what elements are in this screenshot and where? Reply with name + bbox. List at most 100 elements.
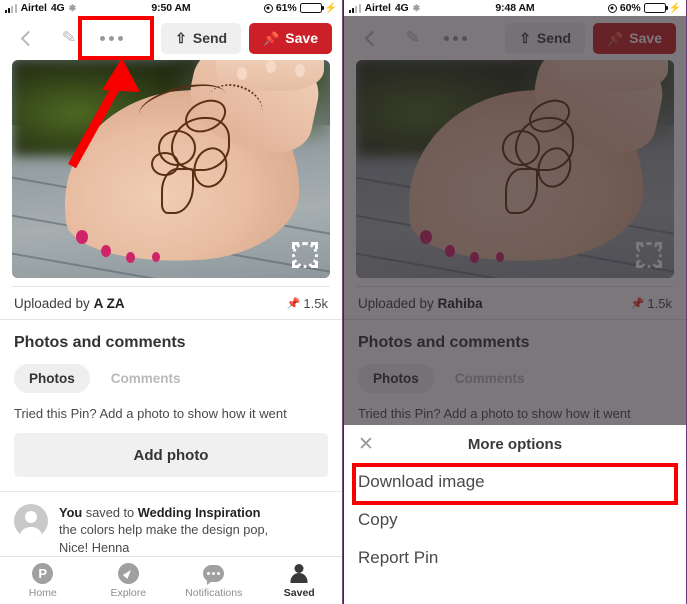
tab-photos[interactable]: Photos [14,364,90,393]
left-phone-screen: Airtel 4G ✱ 9:50 AM 61% ⚡ ✎ ⇧ Send 📌 Sav… [0,0,343,604]
sync-icon: ✱ [68,2,77,13]
more-options-button[interactable] [438,21,472,55]
signal-bars-icon [5,3,17,13]
send-label: Send [192,30,228,46]
sync-icon: ✱ [412,2,421,13]
nav-label-notifications: Notifications [185,586,243,599]
pin-image[interactable] [12,60,330,278]
photos-and-comments-section: Photos and comments Photos Comments Trie… [0,320,342,421]
nav-label-explore: Explore [110,586,147,599]
try-pin-hint: Tried this Pin? Add a photo to show how … [358,406,631,421]
sidebar-item-notifications[interactable]: Notifications [171,563,257,599]
battery-icon [299,3,322,13]
battery-percent-label: 61% [275,2,297,14]
uploaded-by-row: Uploaded by A ZA 📌 1.5k [0,287,342,319]
section-title: Photos and comments [14,334,186,351]
send-label: Send [536,30,572,46]
chevron-left-icon [364,30,381,46]
henna-design [133,76,268,217]
signal-bars-icon [349,3,361,13]
edit-button[interactable]: ✎ [396,21,430,55]
save-count: 📌 1.5k [287,296,328,311]
pin-icon: 📌 [607,30,624,46]
save-label: Save [629,30,662,46]
tab-comments[interactable]: Comments [96,364,196,393]
chat-bubble-icon [203,563,225,585]
uploader-name[interactable]: A ZA [94,296,125,311]
tab-photos[interactable]: Photos [358,364,434,393]
save-label: Save [285,30,318,46]
network-label: 4G [50,2,65,14]
save-count-label: 1.5k [647,295,672,311]
charging-bolt-icon: ⚡ [324,2,337,14]
pin-count-icon: 📌 [630,297,645,310]
sheet-header: ✕ More options [344,425,686,463]
pencil-icon: ✎ [61,27,77,48]
status-bar: Airtel 4G ✱ 9:48 AM 60% ⚡ [344,0,686,16]
bottom-nav-bar: P Home Explore Notifications Saved [0,556,342,604]
share-icon: ⇧ [175,30,187,46]
top-navbar: ✎ ⇧ Send 📌 Save [344,16,686,60]
tab-group: Photos Comments [358,364,672,393]
tab-comments[interactable]: Comments [440,364,540,393]
pin-photo-content [356,60,674,278]
comment-line-3: Nice! Henna [59,539,130,555]
top-navbar: ✎ ⇧ Send 📌 Save [0,16,342,60]
comment-board[interactable]: Wedding Inspiration [138,505,261,520]
back-button[interactable] [10,21,44,55]
uploader-name[interactable]: Rahiba [438,296,483,311]
comment-user[interactable]: You [59,505,82,520]
comment-action: saved to [82,505,138,520]
pin-icon: 📌 [263,30,280,46]
share-icon: ⇧ [519,30,531,46]
save-count-label: 1.5k [303,295,328,311]
henna-design [477,82,604,217]
comment-row: You saved to Wedding Inspiration the col… [0,492,342,556]
pin-count-icon: 📌 [286,297,301,310]
back-button[interactable] [354,21,388,55]
network-label: 4G [394,2,409,14]
sheet-item-report-pin[interactable]: Report Pin [344,539,686,577]
save-button[interactable]: 📌 Save [249,22,332,54]
sheet-item-download-image[interactable]: Download image [344,463,686,501]
fullscreen-icon[interactable] [292,242,318,268]
nav-label-saved: Saved [283,586,315,599]
sidebar-item-home[interactable]: P Home [0,563,86,599]
battery-icon [643,3,666,13]
try-pin-hint: Tried this Pin? Add a photo to show how … [14,406,287,421]
edit-button[interactable]: ✎ [52,21,86,55]
carrier-label: Airtel [364,2,391,14]
section-title: Photos and comments [358,334,530,351]
comment-text: You saved to Wedding Inspiration the col… [59,504,268,556]
sidebar-item-explore[interactable]: Explore [86,563,172,599]
more-options-sheet: ✕ More options Download image Copy Repor… [344,425,686,604]
location-icon [263,3,273,13]
more-options-button[interactable] [94,21,128,55]
fullscreen-icon[interactable] [636,242,662,268]
carrier-label: Airtel [20,2,47,14]
location-icon [607,3,617,13]
right-phone-screen: Airtel 4G ✱ 9:48 AM 60% ⚡ ✎ ⇧ Send 📌 Sav… [343,0,686,604]
sheet-title: More options [467,435,563,453]
person-icon [288,563,310,585]
add-photo-button[interactable]: Add photo [14,433,328,477]
sidebar-item-saved[interactable]: Saved [257,563,343,599]
pencil-icon: ✎ [405,27,421,48]
uploaded-by-prefix: Uploaded by [14,295,90,311]
comment-line-2: the colors help make the design pop, [59,522,269,538]
more-dots-icon [443,35,467,41]
sheet-item-copy[interactable]: Copy [344,501,686,539]
nav-label-home: Home [28,586,57,599]
compass-icon [117,563,139,585]
chevron-left-icon [20,30,37,46]
send-button[interactable]: ⇧ Send [505,22,586,54]
pin-photo-content [12,60,330,278]
battery-percent-label: 60% [619,2,641,14]
two-phone-comparison: Airtel 4G ✱ 9:50 AM 61% ⚡ ✎ ⇧ Send 📌 Sav… [0,0,687,604]
send-button[interactable]: ⇧ Send [161,22,242,54]
charging-bolt-icon: ⚡ [668,2,681,14]
tab-group: Photos Comments [14,364,328,393]
save-button[interactable]: 📌 Save [593,22,676,54]
pin-image[interactable] [356,60,674,278]
uploaded-by-prefix: Uploaded by [358,295,434,311]
